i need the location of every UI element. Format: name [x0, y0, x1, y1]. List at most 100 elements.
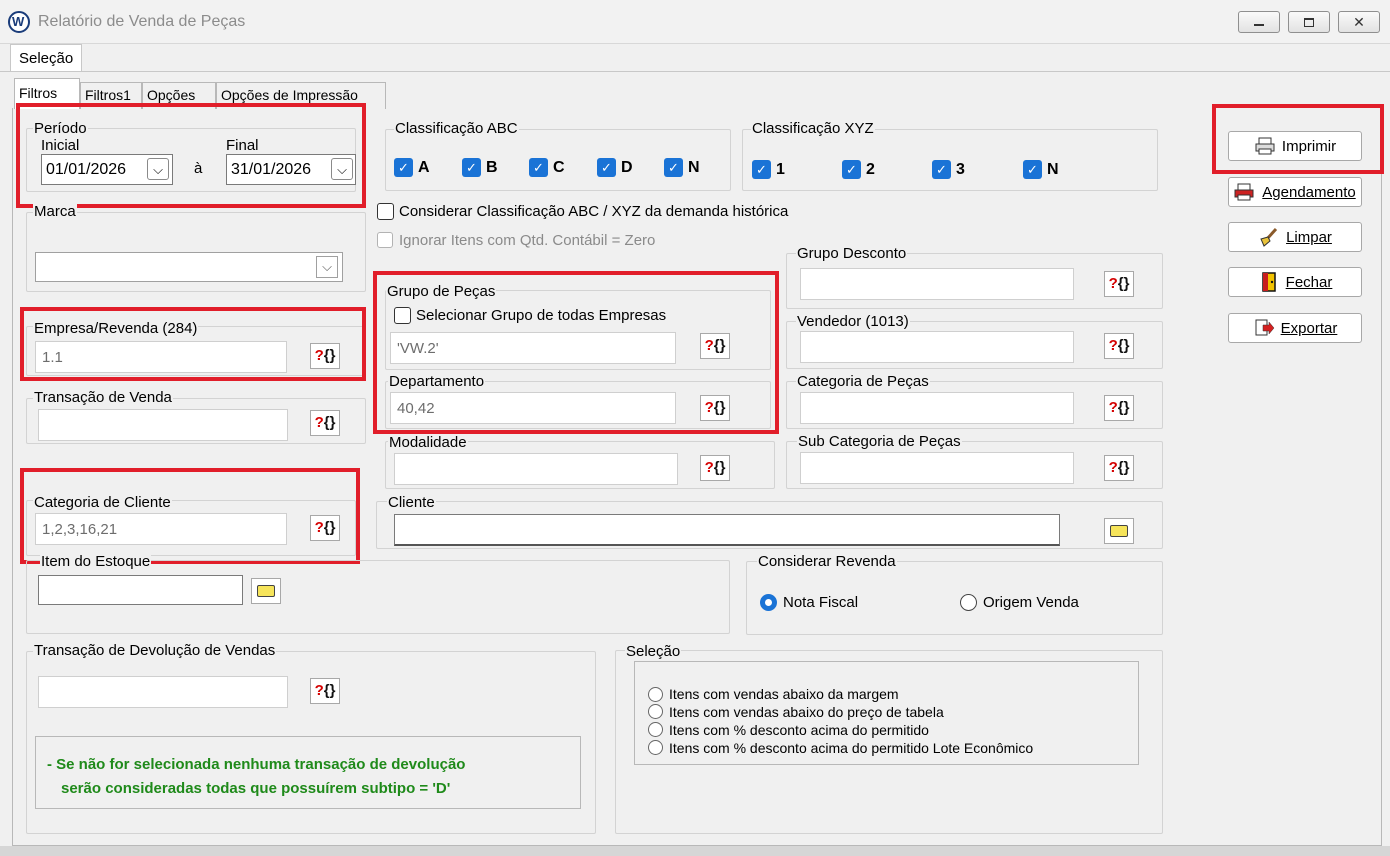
agendamento-button[interactable]: Agendamento — [1228, 177, 1362, 207]
agendamento-label: Agendamento — [1262, 183, 1356, 201]
minimize-icon — [1254, 24, 1264, 26]
hand-pointer-icon — [257, 585, 275, 597]
exportar-label: Exportar — [1280, 319, 1338, 337]
xyz-n-checkbox[interactable]: ✓ — [1023, 160, 1042, 179]
xyz-3-checkbox[interactable]: ✓ — [932, 160, 951, 179]
vendedor-field[interactable] — [800, 331, 1074, 363]
origem-venda-label: Origem Venda — [983, 594, 1079, 611]
abc-a-label: A — [418, 159, 430, 176]
abc-n-label: N — [688, 159, 700, 176]
grupo-desconto-label: Grupo Desconto — [796, 245, 908, 262]
selecao-option-4-label: Itens com % desconto acima do permitido … — [669, 740, 1034, 756]
window-bottom-edge — [0, 846, 1390, 856]
transacao-venda-label: Transação de Venda — [33, 389, 173, 406]
selecao-option-3-label: Itens com % desconto acima do permitido — [669, 722, 929, 738]
fechar-label: Fechar — [1285, 273, 1333, 291]
limpar-button[interactable]: Limpar — [1228, 222, 1362, 252]
classificacao-xyz-label: Classificação XYZ — [751, 120, 875, 137]
item-estoque-search-button[interactable] — [251, 578, 281, 604]
ignorar-itens-checkbox[interactable] — [377, 232, 393, 248]
minimize-button[interactable] — [1238, 11, 1280, 33]
classificacao-abc-label: Classificação ABC — [394, 120, 519, 137]
grupo-desconto-field[interactable] — [800, 268, 1074, 300]
exportar-button[interactable]: Exportar — [1228, 313, 1362, 343]
xyz-2-label: 2 — [866, 161, 875, 178]
scheduler-printer-icon — [1234, 183, 1254, 201]
selecao-option-3-radio[interactable] — [648, 722, 663, 737]
abc-n-checkbox[interactable]: ✓ — [664, 158, 683, 177]
vw-logo-icon — [8, 11, 30, 33]
maximize-icon — [1304, 17, 1314, 27]
categoria-pecas-field[interactable] — [800, 392, 1074, 424]
xyz-1-label: 1 — [776, 161, 785, 178]
vendedor-label: Vendedor (1013) — [796, 313, 910, 330]
modalidade-lookup-button[interactable]: ?{} — [700, 455, 730, 481]
origem-venda-radio[interactable] — [960, 594, 977, 611]
selecao-option-1-radio[interactable] — [648, 687, 663, 702]
transacao-devolucao-field[interactable] — [38, 676, 288, 708]
modalidade-field[interactable] — [394, 453, 678, 485]
highlight-empresa — [20, 307, 366, 381]
highlight-periodo — [16, 103, 366, 208]
note-line-2: serão consideradas todas que possuírem s… — [61, 780, 451, 797]
close-button[interactable]: ✕ — [1338, 11, 1380, 33]
devolucao-note: - Se não for selecionada nenhuma transaç… — [35, 736, 581, 809]
abc-a-checkbox[interactable]: ✓ — [394, 158, 413, 177]
considerar-historica-label: Considerar Classificação ABC / XYZ da de… — [399, 203, 789, 220]
xyz-3-label: 3 — [956, 161, 965, 178]
selecao-option-2-label: Itens com vendas abaixo do preço de tabe… — [669, 704, 944, 720]
modalidade-label: Modalidade — [388, 434, 468, 451]
menu-divider — [0, 71, 1390, 72]
categoria-pecas-lookup-button[interactable]: ?{} — [1104, 395, 1134, 421]
sub-categoria-pecas-lookup-button[interactable]: ?{} — [1104, 455, 1134, 481]
sub-categoria-pecas-field[interactable] — [800, 452, 1074, 484]
selecao-label: Seleção — [625, 643, 682, 660]
selecao-option-4-radio[interactable] — [648, 740, 663, 755]
transacao-venda-field[interactable] — [38, 409, 288, 441]
cliente-field[interactable] — [394, 514, 1060, 546]
xyz-2-checkbox[interactable]: ✓ — [842, 160, 861, 179]
selecao-option-1-label: Itens com vendas abaixo da margem — [669, 686, 899, 702]
fechar-button[interactable]: Fechar — [1228, 267, 1362, 297]
considerar-historica-checkbox[interactable] — [377, 203, 394, 220]
abc-d-checkbox[interactable]: ✓ — [597, 158, 616, 177]
ignorar-itens-label: Ignorar Itens com Qtd. Contábil = Zero — [399, 232, 656, 249]
nota-fiscal-radio[interactable] — [760, 594, 777, 611]
transacao-devolucao-lookup-button[interactable]: ?{} — [310, 678, 340, 704]
xyz-1-checkbox[interactable]: ✓ — [752, 160, 771, 179]
broom-icon — [1260, 227, 1278, 247]
abc-b-label: B — [486, 159, 498, 176]
export-icon — [1255, 319, 1274, 336]
transacao-devolucao-label: Transação de Devolução de Vendas — [33, 642, 277, 659]
cliente-label: Cliente — [387, 494, 436, 511]
menu-selecao[interactable]: Seleção — [10, 44, 83, 72]
close-icon: ✕ — [1353, 14, 1365, 30]
cliente-search-button[interactable] — [1104, 518, 1134, 544]
marca-select[interactable]: ⌵ — [35, 252, 343, 282]
highlight-categoria-cliente — [20, 468, 360, 564]
highlight-imprimir — [1212, 104, 1384, 174]
transacao-venda-lookup-button[interactable]: ?{} — [310, 410, 340, 436]
window-title: Relatório de Venda de Peças — [38, 13, 246, 30]
selecao-option-2-radio[interactable] — [648, 704, 663, 719]
abc-c-checkbox[interactable]: ✓ — [529, 158, 548, 177]
vendedor-lookup-button[interactable]: ?{} — [1104, 333, 1134, 359]
grupo-desconto-lookup-button[interactable]: ?{} — [1104, 271, 1134, 297]
sub-categoria-pecas-label: Sub Categoria de Peças — [797, 433, 962, 450]
item-estoque-field[interactable] — [38, 575, 243, 605]
note-line-1: - Se não for selecionada nenhuma transaç… — [47, 756, 466, 773]
xyz-n-label: N — [1047, 161, 1059, 178]
hand-pointer-icon — [1110, 525, 1128, 537]
nota-fiscal-label: Nota Fiscal — [783, 594, 859, 611]
chevron-down-icon: ⌵ — [316, 256, 338, 278]
considerar-revenda-label: Considerar Revenda — [757, 553, 897, 570]
highlight-grupo-departamento — [373, 271, 779, 434]
abc-c-label: C — [553, 159, 565, 176]
abc-b-checkbox[interactable]: ✓ — [462, 158, 481, 177]
abc-d-label: D — [621, 159, 633, 176]
exit-door-icon — [1261, 272, 1276, 292]
maximize-button[interactable] — [1288, 11, 1330, 33]
marca-label: Marca — [33, 203, 77, 220]
item-estoque-label: Item do Estoque — [40, 553, 152, 570]
limpar-label: Limpar — [1286, 228, 1332, 246]
